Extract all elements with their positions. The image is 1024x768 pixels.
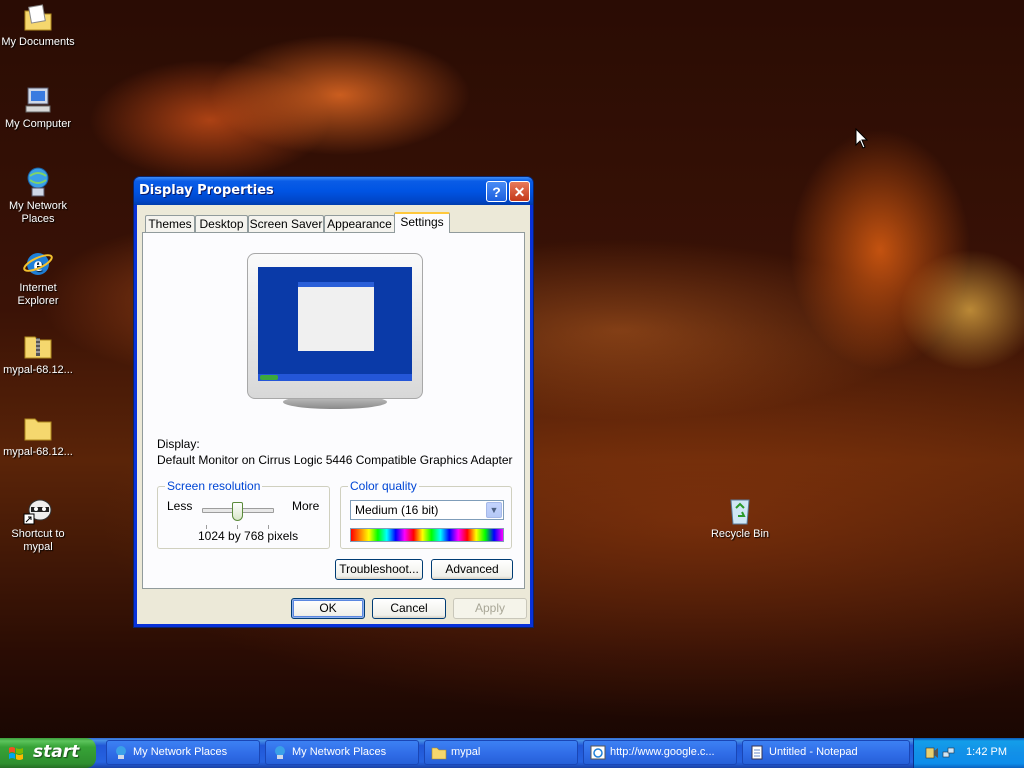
- dialog-title: Display Properties: [139, 183, 274, 198]
- notepad-icon: [751, 745, 763, 760]
- display-properties-dialog: Display Properties ? ✕ Themes Desktop Sc…: [133, 176, 534, 628]
- browser-icon: [590, 745, 606, 760]
- desktop-icon-network-places[interactable]: My Network Places: [0, 166, 78, 226]
- taskbar: start My Network Places My Network Place…: [0, 738, 1024, 768]
- close-icon: ✕: [513, 184, 526, 200]
- settings-panel: Display: Default Monitor on Cirrus Logic…: [142, 232, 525, 589]
- desktop-icon-recycle-bin[interactable]: Recycle Bin: [700, 494, 780, 541]
- network-places-icon: [27, 167, 49, 197]
- display-label: Display:: [157, 437, 200, 451]
- desktop-icon-mypal-folder[interactable]: mypal-68.12...: [0, 412, 78, 459]
- close-button[interactable]: ✕: [509, 181, 530, 202]
- preview-start: [260, 375, 278, 380]
- tab-desktop[interactable]: Desktop: [195, 215, 248, 232]
- mouse-cursor-icon: [855, 128, 869, 149]
- help-button[interactable]: ?: [486, 181, 507, 202]
- tray-app-icon[interactable]: [924, 745, 940, 761]
- taskbar-item-mypal[interactable]: mypal: [424, 740, 578, 765]
- dialog-client: Themes Desktop Screen Saver Appearance S…: [137, 205, 530, 624]
- desktop-icon-label: Shortcut to mypal: [11, 528, 65, 553]
- desktop-icon-label: Recycle Bin: [710, 528, 770, 540]
- taskbar-item-label: Untitled - Notepad: [769, 746, 858, 758]
- apply-button: Apply: [453, 598, 527, 619]
- color-quality-group: Color quality Medium (16 bit) ▼: [340, 479, 512, 549]
- ok-button[interactable]: OK: [291, 598, 365, 619]
- folder-icon: [431, 747, 447, 760]
- display-adapter-value: Default Monitor on Cirrus Logic 5446 Com…: [157, 453, 513, 467]
- system-tray: 1:42 PM: [913, 738, 1024, 768]
- network-places-icon: [275, 746, 285, 759]
- desktop-icon-my-computer[interactable]: My Computer: [0, 84, 78, 131]
- recycle-bin-icon: [730, 499, 750, 525]
- taskbar-item-notepad[interactable]: Untitled - Notepad: [742, 740, 910, 765]
- preview-taskbar: [258, 374, 412, 381]
- taskbar-item-network-places-2[interactable]: My Network Places: [265, 740, 419, 765]
- taskbar-item-label: My Network Places: [133, 746, 228, 758]
- resolution-less-label: Less: [167, 499, 193, 513]
- my-documents-icon: [24, 4, 52, 31]
- tab-screen-saver[interactable]: Screen Saver: [248, 215, 324, 232]
- resolution-more-label: More: [292, 499, 320, 513]
- taskbar-item-label: My Network Places: [292, 746, 387, 758]
- monitor-bezel: [247, 253, 423, 399]
- desktop-icon-internet-explorer[interactable]: e Internet Explorer: [0, 248, 78, 308]
- taskbar-item-label: http://www.google.c...: [610, 746, 715, 758]
- desktop-icon-label: My Network Places: [8, 200, 68, 225]
- screen-resolution-title: Screen resolution: [165, 479, 263, 493]
- troubleshoot-button[interactable]: Troubleshoot...: [335, 559, 423, 580]
- color-spectrum-bar: [350, 528, 504, 542]
- windows-flag-icon: [9, 747, 23, 760]
- help-icon: ?: [492, 184, 501, 200]
- tab-settings[interactable]: Settings: [394, 212, 450, 233]
- advanced-button[interactable]: Advanced: [431, 559, 513, 580]
- desktop-icon-label: My Computer: [4, 118, 72, 130]
- clock[interactable]: 1:42 PM: [966, 746, 1007, 758]
- desktop-icon-label: mypal-68.12...: [3, 364, 73, 376]
- screen-resolution-group: Screen resolution Less More 1024 by 768 …: [157, 479, 330, 549]
- desktop-icon-label: My Documents: [1, 36, 75, 48]
- monitor-preview: [247, 253, 423, 409]
- color-quality-value: Medium (16 bit): [355, 503, 439, 517]
- color-quality-title: Color quality: [348, 479, 419, 493]
- chevron-down-icon[interactable]: ▼: [486, 502, 502, 518]
- title-bar[interactable]: Display Properties ? ✕: [134, 177, 533, 205]
- color-quality-select[interactable]: Medium (16 bit) ▼: [350, 500, 504, 520]
- resolution-slider-thumb[interactable]: [232, 502, 243, 521]
- desktop-icon-my-documents[interactable]: My Documents: [0, 2, 78, 49]
- mypal-shortcut-icon: [23, 499, 52, 525]
- desktop-icon-mypal-zip[interactable]: mypal-68.12...: [0, 330, 78, 377]
- resolution-value: 1024 by 768 pixels: [198, 529, 299, 543]
- folder-icon: [24, 418, 52, 441]
- taskbar-item-browser[interactable]: http://www.google.c...: [583, 740, 737, 765]
- taskbar-item-network-places-1[interactable]: My Network Places: [106, 740, 260, 765]
- start-label: start: [33, 742, 80, 762]
- preview-window: [298, 282, 374, 351]
- tab-appearance[interactable]: Appearance: [324, 215, 395, 232]
- internet-explorer-icon: e: [23, 253, 53, 276]
- zip-folder-icon: [24, 336, 52, 359]
- my-computer-icon: [25, 87, 51, 113]
- desktop-icon-label: Internet Explorer: [17, 282, 59, 307]
- network-places-icon: [116, 746, 126, 759]
- start-button[interactable]: start: [0, 738, 96, 768]
- monitor-screen: [258, 267, 412, 381]
- taskbar-item-label: mypal: [451, 746, 481, 758]
- tab-themes[interactable]: Themes: [145, 215, 195, 232]
- tray-network-icon[interactable]: [942, 746, 956, 760]
- cancel-button[interactable]: Cancel: [372, 598, 446, 619]
- desktop-icon-mypal-shortcut[interactable]: Shortcut to mypal: [0, 494, 78, 554]
- desktop-icon-label: mypal-68.12...: [3, 446, 73, 458]
